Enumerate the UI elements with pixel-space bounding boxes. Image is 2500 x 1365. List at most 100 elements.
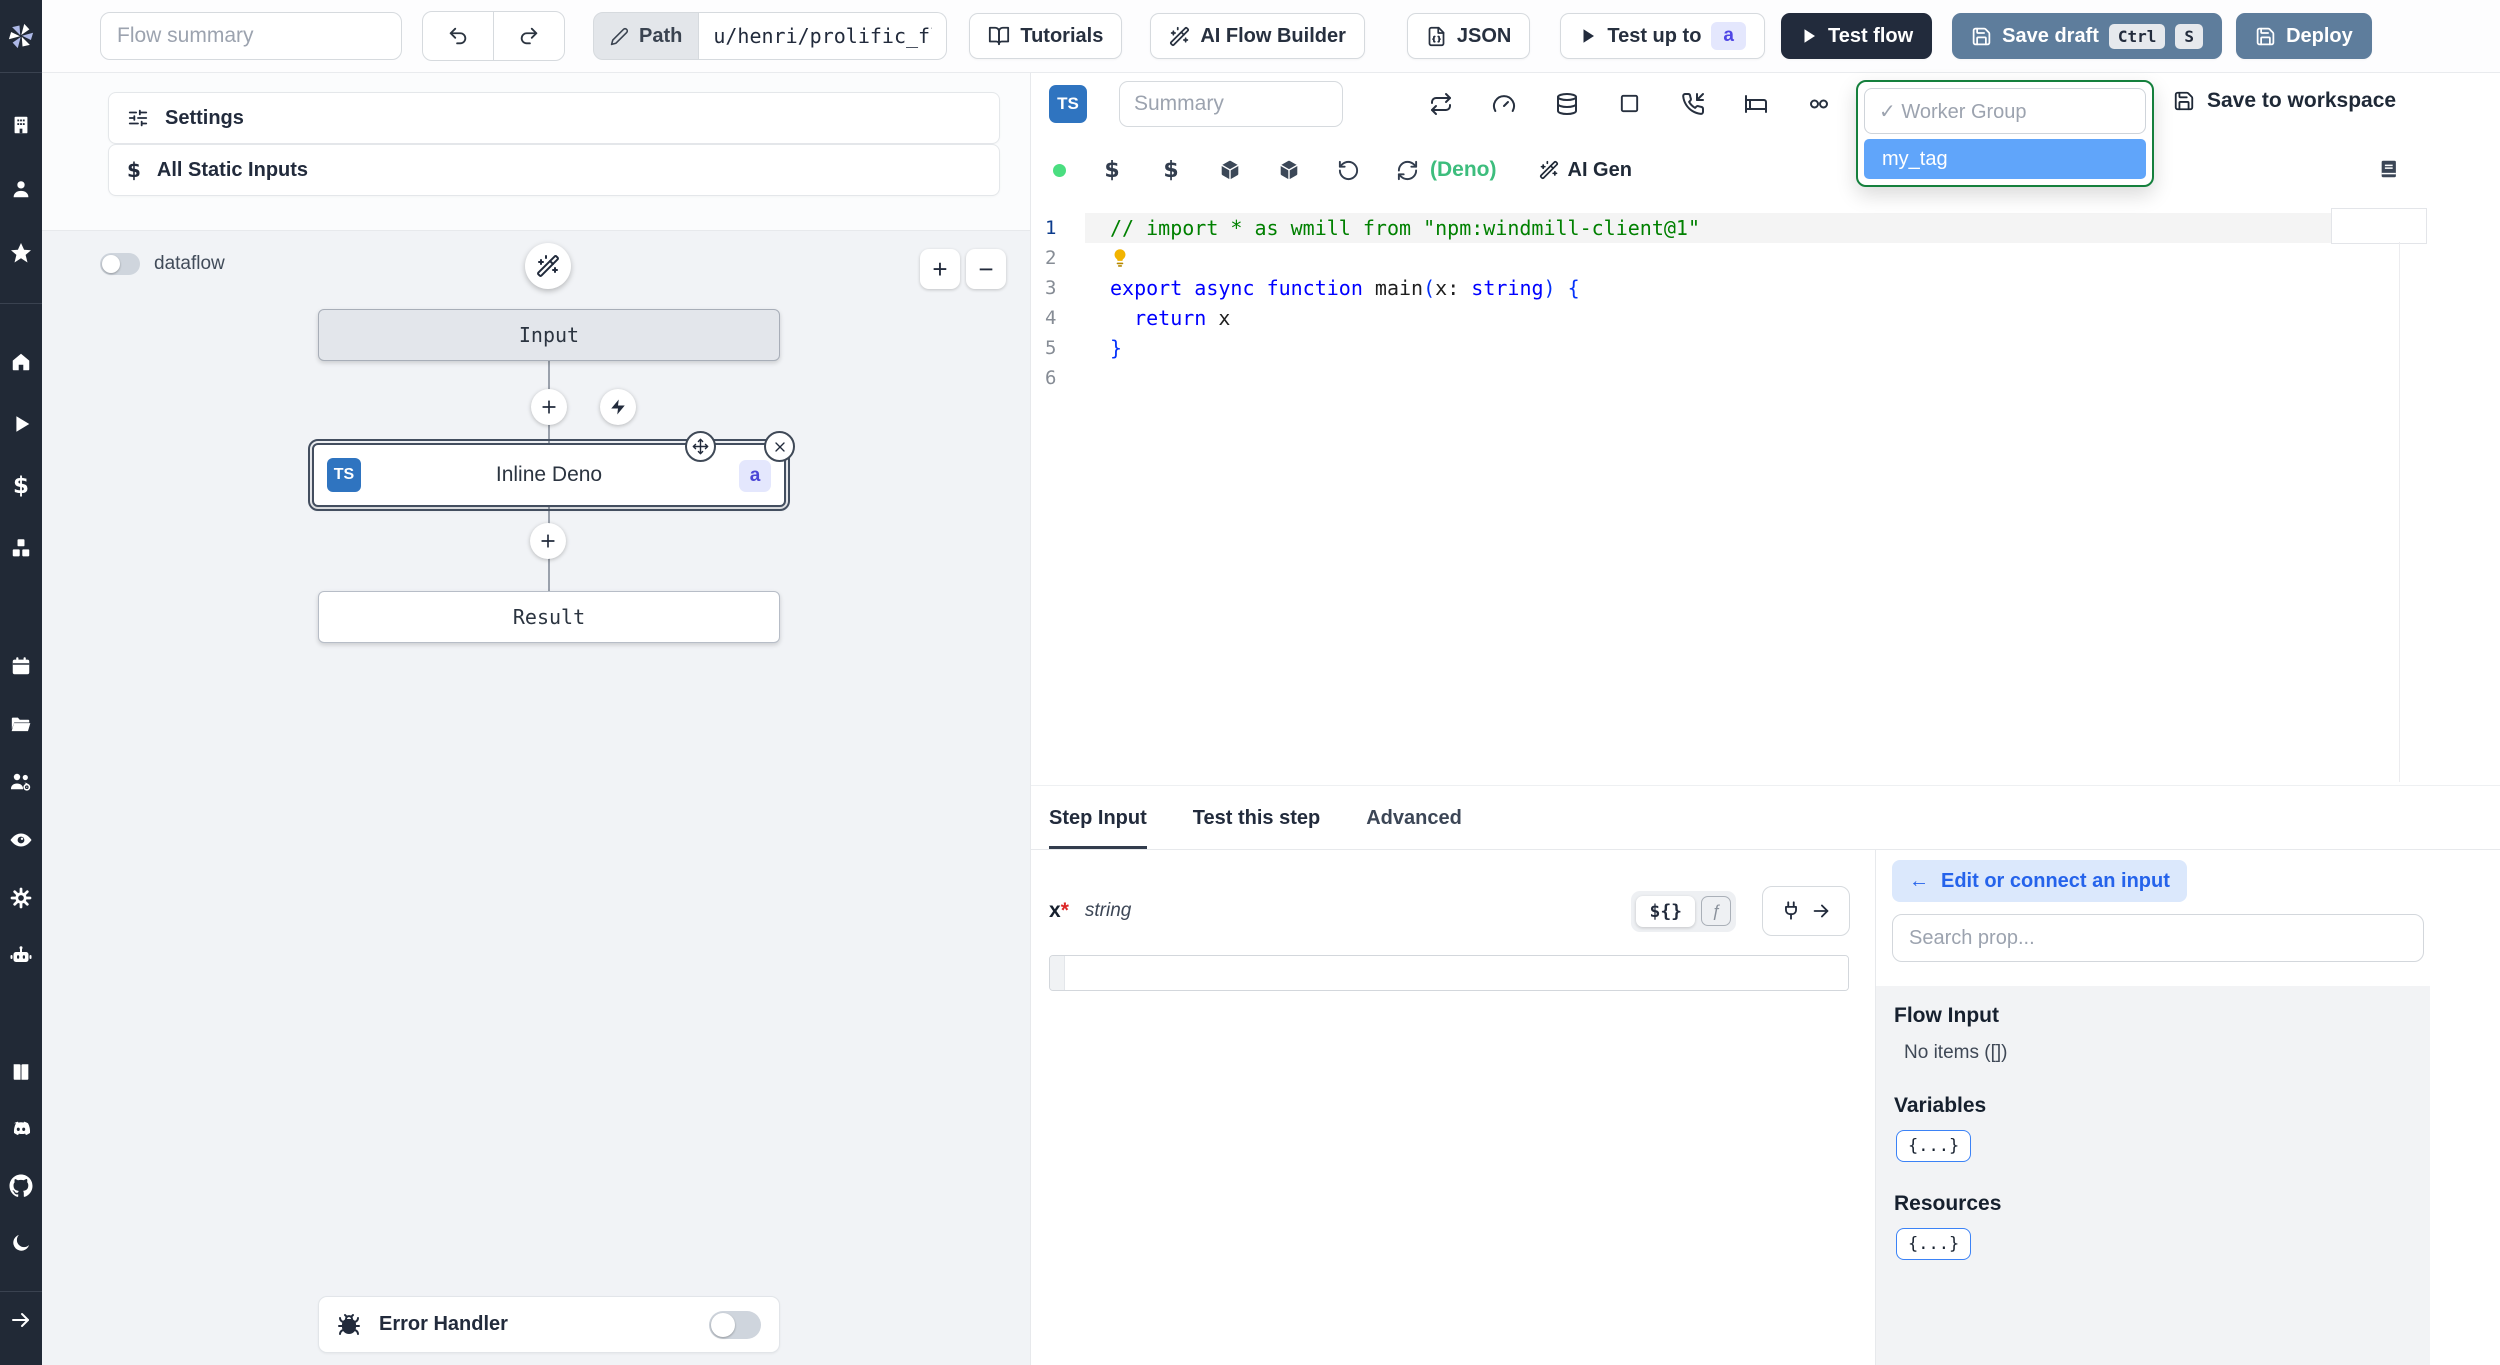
favorites-star-icon[interactable] bbox=[1, 233, 41, 273]
workers-robot-icon[interactable] bbox=[1, 936, 41, 976]
line-number: 6 bbox=[1045, 367, 1057, 389]
error-handler-card[interactable]: Error Handler bbox=[318, 1296, 780, 1353]
path-input[interactable] bbox=[699, 12, 948, 60]
workspace-settings-gear-icon[interactable] bbox=[1, 878, 41, 918]
flow-settings-button[interactable]: Settings bbox=[108, 92, 1000, 144]
runs-play-icon[interactable] bbox=[1, 404, 41, 444]
code-editor[interactable]: 1// import * as wmill from "npm:windmill… bbox=[1031, 205, 2500, 793]
early-stop-square-icon[interactable] bbox=[1618, 92, 1642, 116]
variables-dollar-icon[interactable]: $ bbox=[1, 466, 41, 506]
deploy-button[interactable]: Deploy bbox=[2236, 13, 2372, 59]
argument-value-input[interactable] bbox=[1065, 956, 1848, 990]
discord-icon[interactable] bbox=[1, 1109, 41, 1149]
flow-summary-input[interactable] bbox=[100, 12, 402, 60]
delete-step-button[interactable] bbox=[764, 431, 795, 462]
step-summary-input[interactable] bbox=[1119, 81, 1343, 127]
edit-or-connect-button[interactable]: ← Edit or connect an input bbox=[1892, 860, 2187, 902]
redo-button[interactable] bbox=[493, 11, 565, 61]
add-variable-dollar-icon[interactable]: $ bbox=[1099, 157, 1125, 183]
ai-builder-wand-button[interactable] bbox=[525, 243, 571, 289]
language-label[interactable]: (Deno) bbox=[1430, 158, 1497, 182]
cache-database-icon[interactable] bbox=[1555, 92, 1579, 116]
connect-input-plug-button[interactable] bbox=[1762, 886, 1850, 936]
sleep-bed-icon[interactable] bbox=[1744, 92, 1768, 116]
docs-book-icon[interactable] bbox=[1, 1052, 41, 1092]
reload-language-icon[interactable] bbox=[1394, 157, 1420, 183]
step-node-inline-deno[interactable]: TS Inline Deno a bbox=[308, 439, 790, 511]
code-line[interactable]: 4 return x bbox=[1031, 303, 2500, 333]
test-up-to-step-badge: a bbox=[1711, 22, 1746, 50]
worker-group-dropdown: ✓ Worker Group my_tag bbox=[1856, 80, 2154, 187]
deploy-label: Deploy bbox=[2286, 24, 2353, 47]
step-id-badge: a bbox=[739, 460, 771, 492]
variables-chip[interactable]: {...} bbox=[1896, 1130, 1972, 1162]
function-mode-button[interactable]: ƒ bbox=[1701, 896, 1731, 926]
reset-rotate-ccw-icon[interactable] bbox=[1335, 157, 1361, 183]
tutorials-button[interactable]: Tutorials bbox=[969, 13, 1123, 59]
editor-header: TS ✓ Worker Group my_tag Save to workspa… bbox=[1031, 73, 2500, 187]
workspace-building-icon[interactable] bbox=[1, 105, 41, 145]
flow-graph[interactable]: dataflow + − Input TS Inline Deno a Resu… bbox=[42, 230, 1030, 1365]
result-node[interactable]: Result bbox=[318, 591, 780, 643]
package-box-icon[interactable] bbox=[1276, 157, 1302, 183]
expand-sidebar-arrow-icon[interactable] bbox=[1, 1300, 41, 1340]
home-icon[interactable] bbox=[1, 342, 41, 382]
code-line[interactable]: 2 bbox=[1031, 243, 2500, 273]
add-trigger-button[interactable] bbox=[600, 389, 636, 425]
ai-flow-builder-button[interactable]: AI Flow Builder bbox=[1150, 13, 1365, 59]
template-mode-button[interactable]: ${} bbox=[1636, 895, 1695, 927]
package-box-icon[interactable] bbox=[1217, 157, 1243, 183]
add-resource-dollar-icon[interactable]: $ bbox=[1158, 157, 1184, 183]
lightbulb-hint-icon[interactable] bbox=[1110, 248, 1130, 268]
code-line[interactable]: 6 bbox=[1031, 363, 2500, 393]
concurrency-icon[interactable] bbox=[1807, 92, 1831, 116]
add-step-button[interactable] bbox=[531, 389, 567, 425]
code-line[interactable]: 5} bbox=[1031, 333, 2500, 363]
schedules-calendar-icon[interactable] bbox=[1, 646, 41, 686]
audit-logs-eye-icon[interactable] bbox=[1, 820, 41, 860]
tab-test-this-step[interactable]: Test this step bbox=[1193, 807, 1320, 849]
search-prop-input[interactable] bbox=[1892, 914, 2424, 962]
timeout-gauge-icon[interactable] bbox=[1492, 92, 1516, 116]
retry-repeat-icon[interactable] bbox=[1429, 92, 1453, 116]
line-number: 2 bbox=[1045, 247, 1057, 269]
groups-icon[interactable] bbox=[1, 762, 41, 802]
typescript-badge: TS bbox=[1049, 85, 1087, 123]
resources-chip[interactable]: {...} bbox=[1896, 1228, 1972, 1260]
editor-scrollbar-track[interactable] bbox=[2399, 242, 2400, 782]
worker-group-select[interactable]: ✓ Worker Group bbox=[1864, 88, 2146, 134]
library-book-icon[interactable] bbox=[2378, 158, 2400, 185]
github-icon[interactable] bbox=[1, 1166, 41, 1206]
suspend-phone-icon[interactable] bbox=[1681, 92, 1705, 116]
windmill-logo[interactable] bbox=[5, 0, 37, 72]
tab-step-input[interactable]: Step Input bbox=[1049, 807, 1147, 849]
kbd-ctrl: Ctrl bbox=[2108, 23, 2166, 49]
all-static-inputs-button[interactable]: $ All Static Inputs bbox=[108, 144, 1000, 196]
resources-boxes-icon[interactable] bbox=[1, 528, 41, 568]
input-node[interactable]: Input bbox=[318, 309, 780, 361]
move-step-button[interactable] bbox=[685, 431, 716, 462]
tab-advanced[interactable]: Advanced bbox=[1366, 807, 1462, 849]
add-step-button[interactable] bbox=[530, 523, 566, 559]
user-icon[interactable] bbox=[1, 169, 41, 209]
test-flow-button[interactable]: Test flow bbox=[1780, 13, 1933, 59]
folders-icon[interactable] bbox=[1, 704, 41, 744]
test-up-to-button[interactable]: Test up to a bbox=[1560, 13, 1765, 59]
code-line[interactable]: 1// import * as wmill from "npm:windmill… bbox=[1031, 213, 2500, 243]
save-draft-button[interactable]: Save draft Ctrl S bbox=[1952, 13, 2223, 59]
save-to-workspace-button[interactable]: Save to workspace bbox=[2173, 89, 2396, 113]
edit-path-button[interactable]: Path bbox=[593, 12, 700, 60]
json-button[interactable]: JSON bbox=[1406, 13, 1531, 59]
zoom-in-button[interactable]: + bbox=[920, 249, 960, 289]
file-json-icon bbox=[1428, 26, 1445, 46]
worker-group-option[interactable]: my_tag bbox=[1864, 139, 2146, 179]
dark-mode-moon-icon[interactable] bbox=[1, 1223, 41, 1263]
variables-title: Variables bbox=[1894, 1094, 1987, 1117]
dataflow-label: dataflow bbox=[154, 253, 225, 274]
undo-button[interactable] bbox=[422, 11, 494, 61]
zoom-out-button[interactable]: − bbox=[966, 249, 1006, 289]
error-handler-toggle[interactable] bbox=[709, 1310, 761, 1339]
code-line[interactable]: 3 export async function main(x: string) { bbox=[1031, 273, 2500, 303]
dataflow-toggle[interactable] bbox=[100, 253, 140, 275]
ai-gen-button[interactable]: AI Gen bbox=[1539, 159, 1632, 182]
